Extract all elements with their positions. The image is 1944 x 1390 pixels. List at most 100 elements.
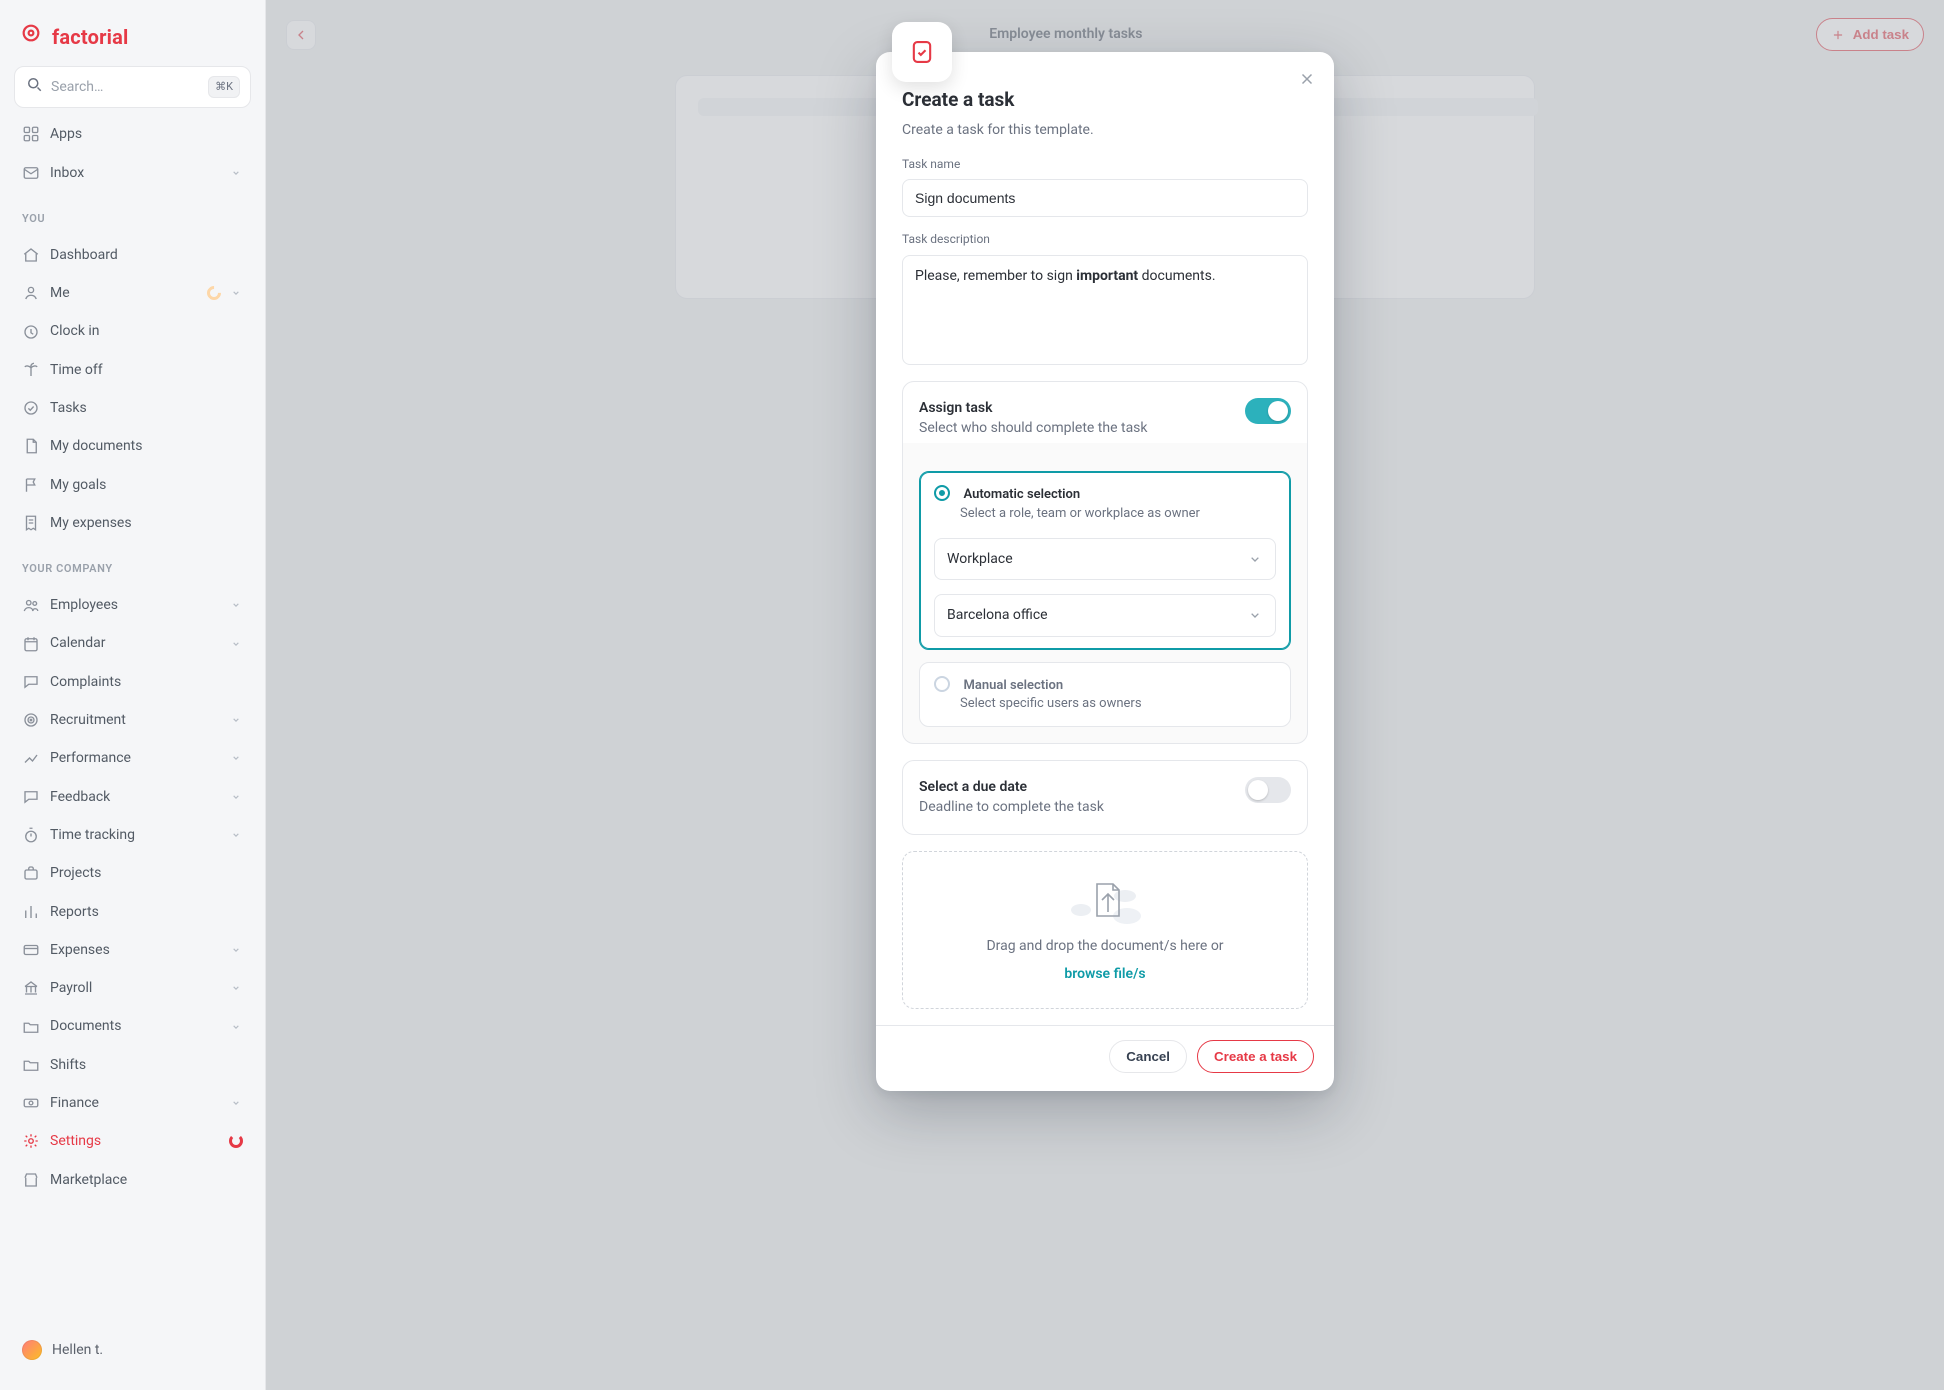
sidebar-item-label: Settings: [50, 1131, 101, 1151]
sidebar-item-label: Performance: [50, 748, 131, 768]
grid-icon: [22, 125, 40, 143]
sidebar-top-nav: AppsInbox: [14, 116, 251, 191]
sidebar-item-clockin[interactable]: Clock in: [14, 313, 251, 349]
sidebar-item-finance[interactable]: Finance: [14, 1085, 251, 1121]
radio-manual-dot: [934, 676, 950, 692]
sidebar-item-mygoals[interactable]: My goals: [14, 467, 251, 503]
folder-icon: [22, 1056, 40, 1074]
browse-files-link[interactable]: browse file/s: [1064, 964, 1145, 984]
sidebar-you-nav: Dashboard Me Clock in Time off TasksMy docum…: [14, 237, 251, 541]
gear-icon: [22, 1132, 40, 1150]
sidebar-item-apps[interactable]: Apps: [14, 116, 251, 152]
card-icon: [22, 941, 40, 959]
sidebar-item-settings[interactable]: Settings: [14, 1123, 251, 1159]
sidebar-item-complaints[interactable]: Complaints: [14, 664, 251, 700]
folder-icon: [22, 1018, 40, 1036]
sidebar-item-feedback[interactable]: Feedback: [14, 779, 251, 815]
upload-illustration: [1067, 876, 1143, 928]
sidebar-item-calendar[interactable]: Calendar: [14, 625, 251, 661]
cancel-button[interactable]: Cancel: [1109, 1040, 1187, 1073]
sidebar-item-label: My goals: [50, 475, 106, 495]
search-placeholder: Search…: [51, 77, 103, 97]
sidebar-item-performance[interactable]: Performance: [14, 740, 251, 776]
sidebar-item-label: Reports: [50, 902, 99, 922]
sidebar-item-timeoff[interactable]: Time off: [14, 352, 251, 388]
sidebar-item-label: Dashboard: [50, 245, 118, 265]
chevron-down-icon: [1247, 551, 1263, 567]
sidebar-item-me[interactable]: Me: [14, 275, 251, 311]
due-card: Select a due date Deadline to complete t…: [902, 760, 1308, 835]
mail-icon: [22, 164, 40, 182]
sidebar-company-nav: Employees Calendar Complaints Recruitment Pe…: [14, 587, 251, 1198]
checklist-icon: [908, 38, 936, 66]
stopwatch-icon: [22, 826, 40, 844]
radio-automatic-title: Automatic selection: [963, 487, 1080, 502]
create-task-button[interactable]: Create a task: [1197, 1040, 1314, 1073]
bar-icon: [22, 903, 40, 921]
sidebar-item-label: Clock in: [50, 321, 100, 341]
sidebar-item-myexpenses[interactable]: My expenses: [14, 505, 251, 541]
modal-title: Create a task: [902, 86, 1308, 114]
sidebar-item-label: Marketplace: [50, 1170, 127, 1190]
task-name-input[interactable]: [902, 179, 1308, 217]
speech-icon: [22, 673, 40, 691]
assign-subtitle: Select who should complete the task: [919, 418, 1148, 438]
sidebar-item-marketplace[interactable]: Marketplace: [14, 1162, 251, 1198]
user-row[interactable]: Hellen t.: [14, 1330, 251, 1370]
main: Employee monthly tasks Add task: [266, 0, 1944, 1390]
sidebar-item-dashboard[interactable]: Dashboard: [14, 237, 251, 273]
radio-automatic[interactable]: Automatic selection Select a role, team …: [919, 471, 1291, 649]
sidebar-item-label: Calendar: [50, 633, 106, 653]
speech-icon: [22, 788, 40, 806]
due-toggle[interactable]: [1245, 777, 1291, 803]
sidebar-item-label: Time tracking: [50, 825, 135, 845]
task-desc-prefix: Please, remember to sign: [915, 268, 1076, 284]
sidebar-item-label: Projects: [50, 863, 101, 883]
due-subtitle: Deadline to complete the task: [919, 797, 1104, 817]
assign-options: Automatic selection Select a role, team …: [902, 443, 1308, 744]
sidebar-item-inbox[interactable]: Inbox: [14, 155, 251, 191]
sidebar-item-projects[interactable]: Projects: [14, 855, 251, 891]
sidebar-item-employees[interactable]: Employees: [14, 587, 251, 623]
task-desc-input[interactable]: Please, remember to sign important docum…: [902, 255, 1308, 365]
task-desc-strong: important: [1076, 268, 1138, 284]
loading-spinner-icon: [229, 1134, 243, 1148]
sidebar-item-label: Time off: [50, 360, 103, 380]
sidebar-item-mydocs[interactable]: My documents: [14, 428, 251, 464]
search-input[interactable]: Search… ⌘K: [14, 66, 251, 108]
select-value[interactable]: Barcelona office: [934, 594, 1276, 636]
radio-manual[interactable]: Manual selection Select specific users a…: [919, 662, 1291, 728]
search-icon: [25, 75, 43, 99]
store-icon: [22, 1171, 40, 1189]
assign-title: Assign task: [919, 398, 1148, 418]
radio-automatic-dot: [934, 485, 950, 501]
palm-icon: [22, 361, 40, 379]
sidebar-item-timetracking[interactable]: Time tracking: [14, 817, 251, 853]
sidebar-item-label: Employees: [50, 595, 118, 615]
sidebar-item-payroll[interactable]: Payroll: [14, 970, 251, 1006]
sidebar-item-recruitment[interactable]: Recruitment: [14, 702, 251, 738]
people-icon: [22, 596, 40, 614]
calendar-icon: [22, 635, 40, 653]
sidebar-item-label: Finance: [50, 1093, 99, 1113]
assign-toggle[interactable]: [1245, 398, 1291, 424]
money-icon: [22, 1094, 40, 1112]
sidebar-item-label: Recruitment: [50, 710, 126, 730]
sidebar-item-label: My expenses: [50, 513, 132, 533]
brand-icon: [20, 22, 42, 52]
due-title: Select a due date: [919, 777, 1104, 797]
search-kbd: ⌘K: [208, 76, 240, 98]
sidebar-item-documents[interactable]: Documents: [14, 1008, 251, 1044]
close-button[interactable]: [1292, 64, 1322, 94]
sidebar-item-expenses[interactable]: Expenses: [14, 932, 251, 968]
radio-manual-title: Manual selection: [963, 678, 1063, 693]
sidebar-item-label: Complaints: [50, 672, 121, 692]
app-root: factorial Search… ⌘K AppsInbox YOU Dashb…: [0, 0, 1944, 1390]
select-type[interactable]: Workplace: [934, 538, 1276, 580]
select-type-value: Workplace: [947, 549, 1013, 569]
sidebar-item-shifts[interactable]: Shifts: [14, 1047, 251, 1083]
dropzone[interactable]: Drag and drop the document/s here or bro…: [902, 851, 1308, 1010]
avatar: [22, 1340, 42, 1360]
sidebar-item-tasks[interactable]: Tasks: [14, 390, 251, 426]
sidebar-item-reports[interactable]: Reports: [14, 894, 251, 930]
